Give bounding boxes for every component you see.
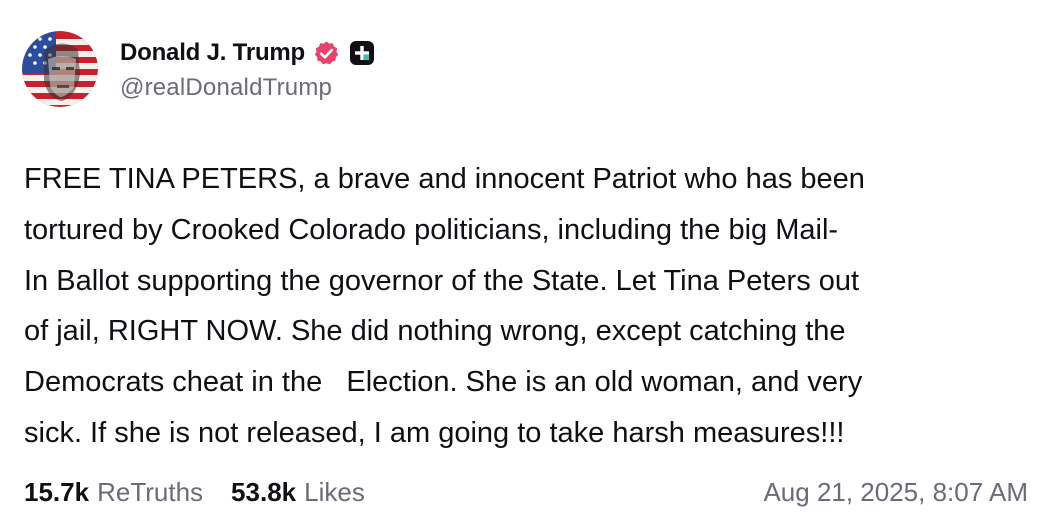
author-display-name[interactable]: Donald J. Trump	[120, 39, 305, 67]
author-name-row: Donald J. Trump	[120, 36, 375, 70]
retruths-stat[interactable]: 15.7k ReTruths	[24, 477, 203, 508]
retruths-label: ReTruths	[97, 476, 204, 507]
post-footer: 15.7k ReTruths 53.8k Likes Aug 21, 2025,…	[24, 472, 1028, 512]
truth-post: Donald J. Trump @realDonaldTrump FREE TI…	[0, 0, 1050, 522]
likes-stat[interactable]: 53.8k Likes	[231, 477, 365, 508]
post-body-text: FREE TINA PETERS, a brave and innocent P…	[24, 163, 865, 449]
retruths-count: 15.7k	[24, 476, 90, 507]
plus-icon	[350, 41, 375, 65]
post-header: Donald J. Trump @realDonaldTrump	[22, 30, 375, 108]
likes-label: Likes	[304, 476, 365, 507]
verified-badge-icon	[313, 40, 340, 67]
author-info: Donald J. Trump @realDonaldTrump	[120, 36, 375, 102]
author-avatar[interactable]	[22, 31, 98, 107]
likes-count: 53.8k	[231, 476, 297, 507]
author-handle[interactable]: @realDonaldTrump	[120, 74, 374, 102]
post-timestamp[interactable]: Aug 21, 2025, 8:07 AM	[763, 477, 1028, 508]
